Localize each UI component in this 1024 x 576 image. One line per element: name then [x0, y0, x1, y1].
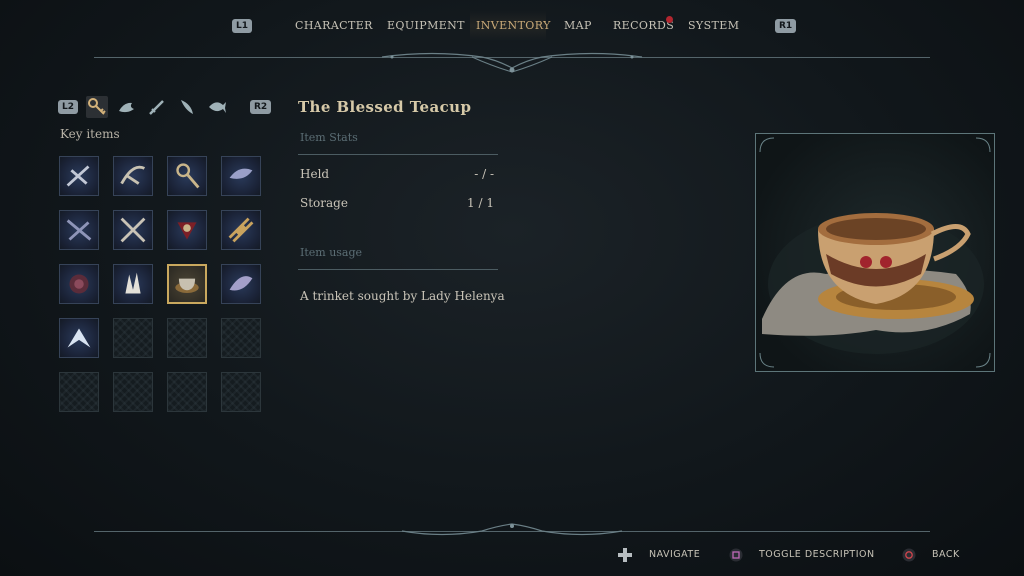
- inventory-slot[interactable]: [59, 264, 99, 304]
- item-icon: [66, 219, 92, 241]
- inventory-slot[interactable]: [113, 156, 153, 196]
- teacup-illustration: [759, 137, 991, 368]
- item-icon: [125, 272, 141, 294]
- navigate-hint: NAVIGATE: [649, 549, 701, 560]
- records-notification-dot: [666, 16, 673, 23]
- inventory-slot[interactable]: [59, 318, 99, 358]
- bottom-ornament: [401, 523, 623, 536]
- top-ornament: [381, 52, 643, 73]
- item-preview-image: [755, 133, 995, 372]
- storage-value: 1 / 1: [467, 196, 494, 210]
- item-usage-heading: Item usage: [300, 246, 363, 259]
- inventory-slot-empty[interactable]: [113, 318, 153, 358]
- back-hint[interactable]: BACK: [932, 547, 960, 563]
- inventory-slot-empty[interactable]: [221, 318, 261, 358]
- item-icon: [176, 163, 200, 189]
- inventory-slot[interactable]: [113, 264, 153, 304]
- inventory-slot[interactable]: [167, 210, 207, 250]
- inventory-slot[interactable]: [221, 156, 261, 196]
- r1-button-icon[interactable]: R1: [775, 19, 797, 33]
- tab-inventory[interactable]: INVENTORY: [476, 14, 551, 38]
- top-navigation: L1 CHARACTER EQUIPMENT INVENTORY MAP REC…: [0, 11, 1024, 41]
- item-stats-heading: Item Stats: [300, 131, 358, 144]
- inventory-slot-empty[interactable]: [221, 372, 261, 412]
- inventory-slot[interactable]: [113, 210, 153, 250]
- storage-label: Storage: [300, 196, 348, 210]
- item-icon: [67, 328, 91, 348]
- item-icon: [66, 165, 90, 187]
- item-icon: [229, 276, 253, 291]
- button-hints: NAVIGATE TOGGLE DESCRIPTION BACK: [0, 547, 1024, 563]
- dpad-icon: [618, 548, 632, 562]
- inventory-slot-empty[interactable]: [59, 372, 99, 412]
- item-title: The Blessed Teacup: [298, 98, 472, 116]
- inventory-slot[interactable]: [59, 156, 99, 196]
- inventory-slot-empty[interactable]: [167, 372, 207, 412]
- tab-character[interactable]: CHARACTER: [295, 14, 373, 38]
- item-icon: [228, 217, 254, 243]
- l1-button-icon[interactable]: L1: [232, 19, 252, 33]
- fish-icon[interactable]: [206, 96, 228, 118]
- sword-icon[interactable]: [146, 96, 168, 118]
- toggle-description-hint[interactable]: TOGGLE DESCRIPTION: [759, 547, 875, 563]
- held-label: Held: [300, 167, 330, 181]
- item-stats-divider: [298, 154, 498, 155]
- inventory-slot[interactable]: [167, 156, 207, 196]
- inventory-slot[interactable]: [59, 210, 99, 250]
- item-icon: [120, 165, 146, 185]
- item-icon: [120, 217, 146, 243]
- item-icon: [177, 222, 197, 240]
- tab-equipment[interactable]: EQUIPMENT: [387, 14, 465, 38]
- item-usage-text: A trinket sought by Lady Helenya: [300, 289, 505, 303]
- item-usage-divider: [298, 269, 498, 270]
- tab-records[interactable]: RECORDS: [613, 14, 674, 38]
- tab-map[interactable]: MAP: [564, 14, 592, 38]
- r2-button-icon[interactable]: R2: [250, 100, 272, 114]
- square-button-icon[interactable]: [729, 548, 743, 562]
- inventory-slot[interactable]: [221, 264, 261, 304]
- inventory-slot-selected[interactable]: [167, 264, 207, 304]
- inventory-slot-empty[interactable]: [167, 318, 207, 358]
- item-icon: [175, 278, 199, 293]
- held-value: - / -: [474, 167, 494, 181]
- category-label: Key items: [60, 127, 120, 141]
- feather-icon[interactable]: [176, 96, 198, 118]
- item-icon: [69, 274, 89, 294]
- bird-icon[interactable]: [116, 96, 138, 118]
- inventory-slot-empty[interactable]: [113, 372, 153, 412]
- inventory-slot[interactable]: [221, 210, 261, 250]
- key-icon[interactable]: [86, 96, 108, 118]
- l2-button-icon[interactable]: L2: [58, 100, 78, 114]
- item-icon: [229, 168, 253, 179]
- circle-button-icon[interactable]: [902, 548, 916, 562]
- tab-system[interactable]: SYSTEM: [688, 14, 739, 38]
